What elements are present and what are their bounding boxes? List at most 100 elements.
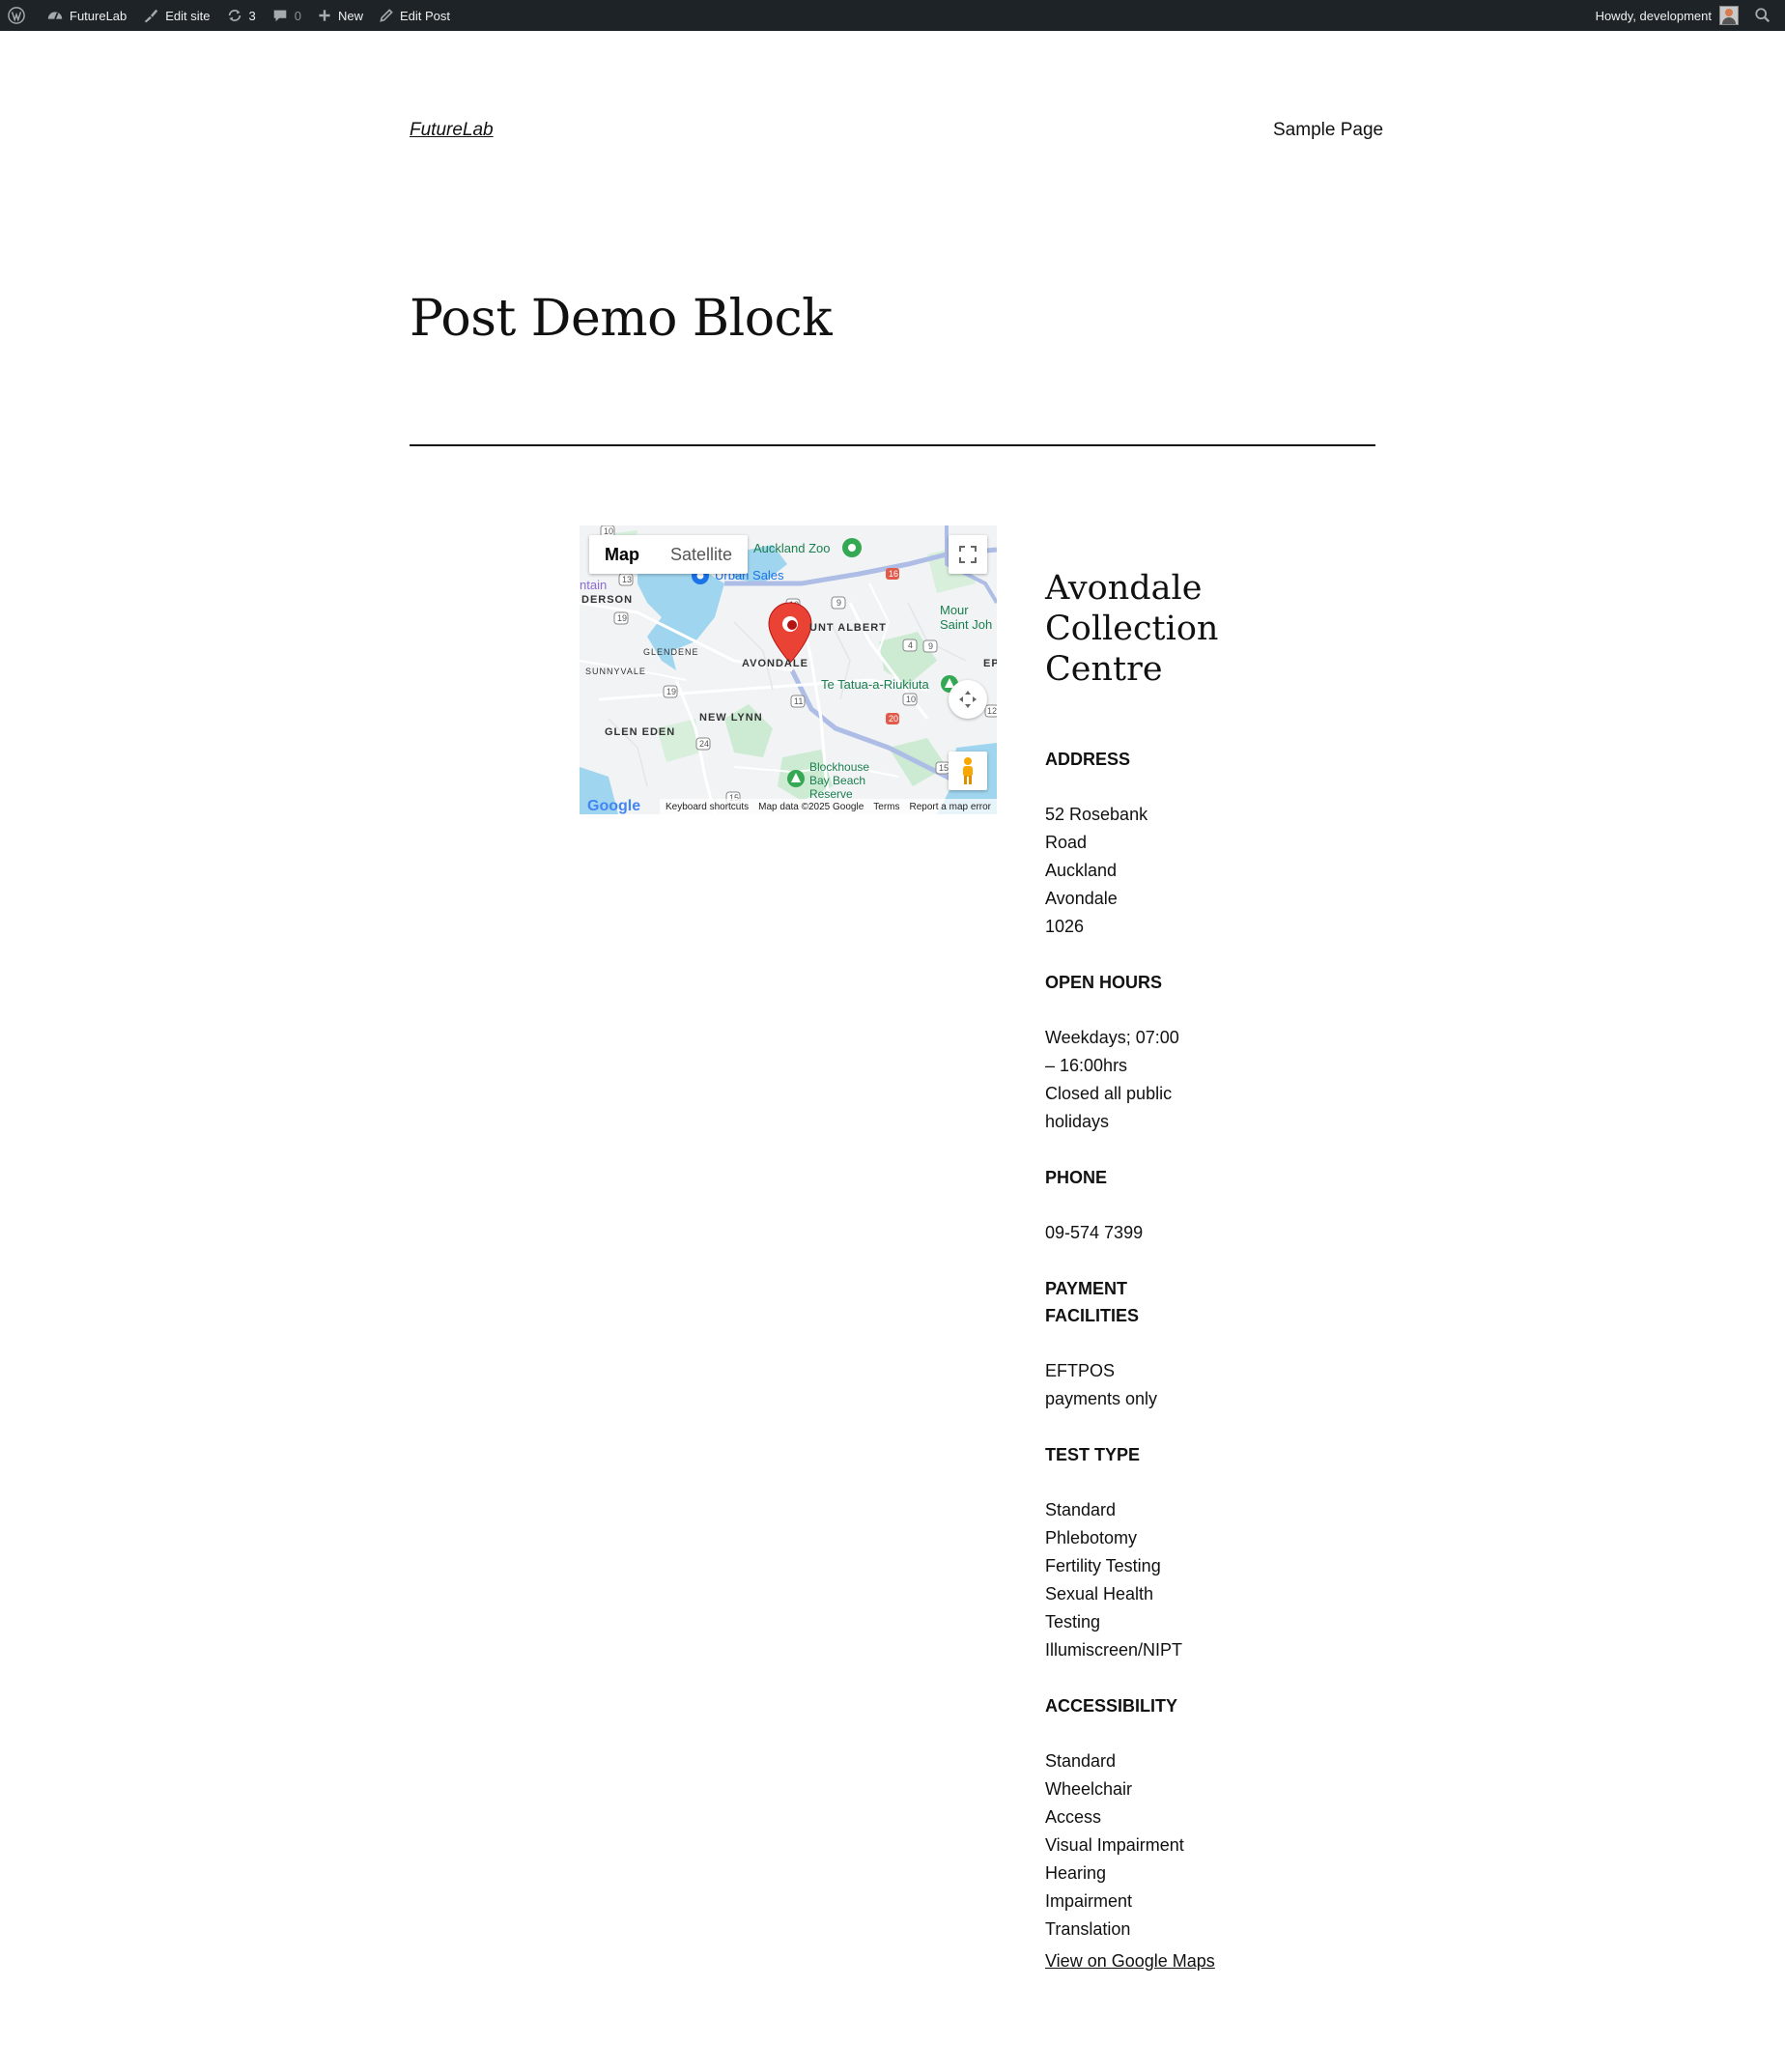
site-name-label: FutureLab — [70, 8, 128, 23]
svg-text:20: 20 — [889, 714, 898, 724]
comments-link[interactable]: 0 — [264, 0, 309, 31]
separator — [410, 444, 1375, 446]
accessibility-line: Impairment — [1045, 1891, 1133, 1911]
map-footer: Google Keyboard shortcuts Map data ©2025… — [580, 798, 997, 814]
comment-icon — [273, 10, 287, 22]
hours-line: – 16:00hrs — [1045, 1056, 1128, 1075]
updates-link[interactable]: 3 — [218, 0, 264, 31]
test-type-line: Fertility Testing — [1045, 1556, 1161, 1575]
address-line: Road — [1045, 833, 1088, 852]
svg-text:24: 24 — [699, 739, 709, 749]
edit-post-label: Edit Post — [400, 8, 451, 23]
address-section: ADDRESS 52 Rosebank Road Auckland Avonda… — [1045, 746, 1219, 941]
svg-text:12: 12 — [987, 706, 997, 716]
payment-line: EFTPOS — [1045, 1361, 1116, 1380]
accessibility-line: Hearing — [1045, 1863, 1107, 1883]
map-type-control: Map Satellite — [589, 535, 749, 574]
svg-text:13: 13 — [622, 575, 632, 584]
accessibility-heading: ACCESSIBILITY — [1045, 1696, 1178, 1716]
camera-control-icon — [959, 691, 977, 708]
hours-line: holidays — [1045, 1112, 1110, 1131]
map-label-glen-eden: GLEN EDEN — [605, 726, 676, 738]
location-info: Avondale Collection Centre ADDRESS 52 Ro… — [1045, 568, 1219, 1975]
map-label-mount-albert: UNT ALBERT — [809, 622, 887, 634]
map-label-auckland-zoo: Auckland Zoo — [753, 541, 831, 555]
phone-number: 09-574 7399 — [1045, 1223, 1144, 1242]
nav-item-sample-page[interactable]: Sample Page — [1273, 120, 1383, 141]
phone-section: PHONE 09-574 7399 — [1045, 1164, 1219, 1247]
test-type-line: Sexual Health — [1045, 1584, 1154, 1604]
map-label-sunnyvale: SUNNYVALE — [585, 667, 646, 676]
map-label-te-tatua: Te Tatua-a-Riukiuta — [821, 677, 929, 692]
address-line: 1026 — [1045, 917, 1085, 936]
accessibility-line: Standard — [1045, 1751, 1117, 1771]
test-type-line: Testing — [1045, 1612, 1101, 1632]
updates-count: 3 — [248, 8, 256, 23]
street-view-button[interactable] — [949, 752, 987, 790]
new-label: New — [337, 8, 363, 23]
map-label-ntain: ntain — [580, 578, 608, 592]
map-type-map-button[interactable]: Map — [589, 535, 655, 574]
new-content-link[interactable]: New — [309, 0, 371, 31]
map-label-derson: DERSON — [581, 594, 634, 606]
camera-control-button[interactable] — [949, 680, 987, 719]
keyboard-shortcuts-link[interactable]: Keyboard shortcuts — [666, 802, 749, 812]
admin-bar: FutureLab Edit site 3 0 New Edit Post Ho… — [0, 0, 1785, 31]
svg-text:11: 11 — [794, 696, 803, 706]
payment-heading: PAYMENT FACILITIES — [1045, 1279, 1140, 1325]
site-title-link[interactable]: FutureLab — [410, 120, 494, 141]
fullscreen-button[interactable] — [949, 535, 987, 574]
address-line: Avondale — [1045, 889, 1118, 908]
svg-text:9: 9 — [928, 641, 933, 651]
svg-text:19: 19 — [666, 687, 676, 696]
map-type-satellite-button[interactable]: Satellite — [655, 535, 748, 574]
svg-text:19: 19 — [617, 613, 627, 623]
accessibility-line: Visual Impairment — [1045, 1835, 1184, 1855]
wordpress-icon — [8, 7, 25, 24]
edit-site-label: Edit site — [165, 8, 211, 23]
view-on-google-maps-link[interactable]: View on Google Maps — [1045, 1947, 1219, 1975]
map-pin-icon[interactable] — [767, 601, 813, 665]
accessibility-section: ACCESSIBILITY Standard Wheelchair Access… — [1045, 1692, 1219, 1944]
map-label-avondale: AVONDALE — [742, 658, 808, 669]
report-error-link[interactable]: Report a map error — [910, 802, 991, 812]
location-title: Avondale Collection Centre — [1045, 569, 1219, 689]
comments-count: 0 — [294, 8, 301, 23]
fullscreen-icon — [959, 546, 977, 563]
map-embed[interactable]: 13 19 19 24 10 9 11 4 9 10 15 15 12 10 1… — [580, 525, 997, 814]
hours-line: Closed all public — [1045, 1084, 1173, 1103]
terms-link[interactable]: Terms — [873, 802, 899, 812]
map-label-mount-saint-john: Mour Saint Joh — [940, 603, 993, 632]
accessibility-line: Access — [1045, 1807, 1102, 1827]
wordpress-logo-button[interactable] — [0, 0, 39, 31]
svg-text:4: 4 — [908, 640, 913, 650]
hours-heading: OPEN HOURS — [1045, 973, 1163, 992]
map-label-ep: EP — [983, 658, 997, 669]
hours-section: OPEN HOURS Weekdays; 07:00 – 16:00hrs Cl… — [1045, 969, 1219, 1136]
test-type-heading: TEST TYPE — [1045, 1445, 1141, 1464]
map-data-label: Map data ©2025 Google — [758, 801, 864, 812]
my-account-link[interactable]: Howdy, development — [1588, 0, 1746, 31]
site-name-link[interactable]: FutureLab — [39, 0, 134, 31]
test-type-section: TEST TYPE Standard Phlebotomy Fertility … — [1045, 1441, 1219, 1664]
payment-line: payments only — [1045, 1389, 1158, 1408]
edit-site-link[interactable]: Edit site — [134, 0, 217, 31]
svg-text:16: 16 — [889, 569, 898, 579]
phone-heading: PHONE — [1045, 1168, 1108, 1187]
updates-icon — [228, 9, 241, 22]
plus-icon — [319, 10, 330, 21]
address-heading: ADDRESS — [1045, 750, 1131, 769]
brush-icon — [144, 9, 158, 23]
payment-section: PAYMENT FACILITIES EFTPOS payments only — [1045, 1275, 1219, 1413]
admin-search-button[interactable] — [1746, 0, 1785, 31]
hours-line: Weekdays; 07:00 — [1045, 1028, 1179, 1047]
map-attribution: Keyboard shortcuts Map data ©2025 Google… — [659, 799, 997, 814]
map-label-blockhouse: Blockhouse Bay Beach Reserve — [809, 760, 870, 801]
pencil-icon — [380, 9, 393, 22]
pegman-icon — [963, 757, 973, 784]
edit-post-link[interactable]: Edit Post — [371, 0, 458, 31]
svg-text:10: 10 — [906, 695, 916, 704]
google-logo: Google — [587, 798, 641, 814]
svg-text:15: 15 — [939, 763, 949, 773]
map-label-glendene: GLENDENE — [643, 647, 699, 657]
